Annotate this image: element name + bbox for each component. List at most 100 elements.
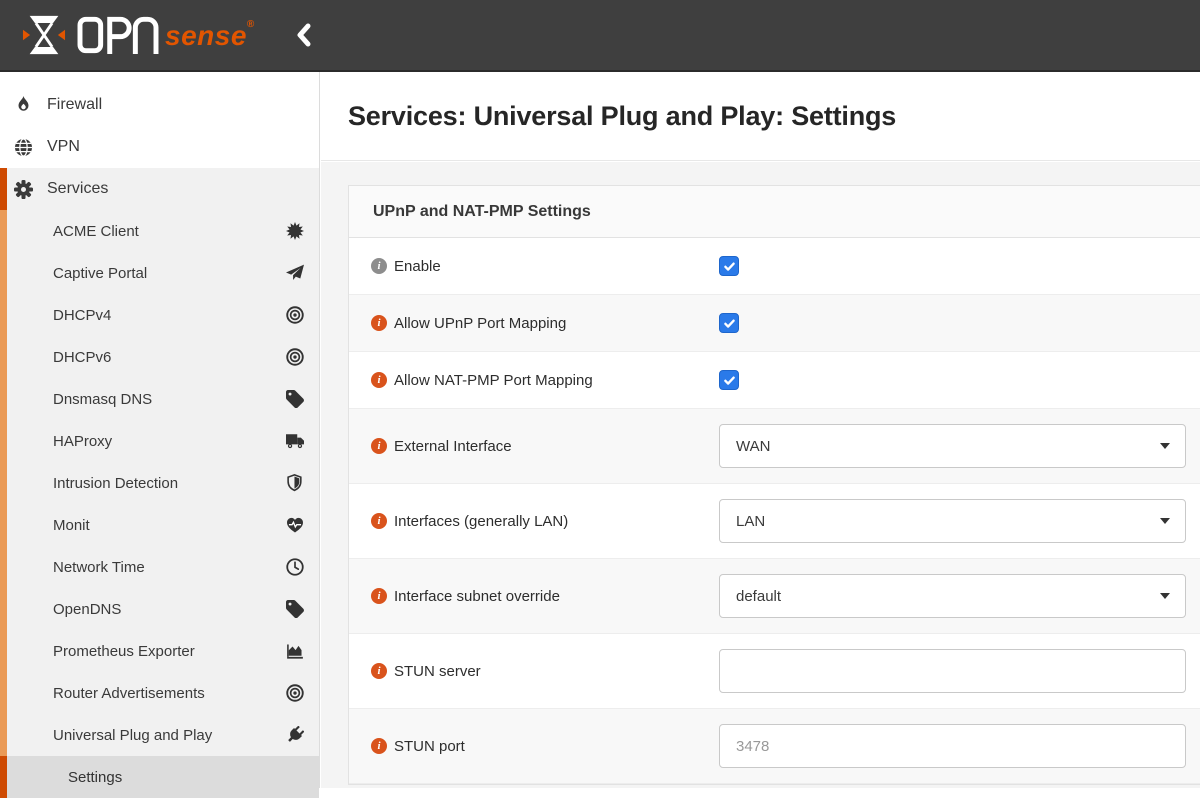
info-icon[interactable]: i (371, 258, 387, 274)
sidebar-item-label: Settings (68, 769, 122, 786)
sidebar-item-dhcpv6[interactable]: DHCPv6 (0, 336, 319, 378)
sidebar-item-haproxy[interactable]: HAProxy (0, 420, 319, 462)
brand-opn-text (72, 16, 164, 54)
sidebar-item-label: Network Time (53, 559, 145, 576)
settings-rows: iEnableiAllow UPnP Port MappingiAllow NA… (349, 238, 1200, 784)
bullseye-icon (286, 306, 304, 324)
select-value: default (736, 588, 781, 605)
sidebar-item-universal-plug-and-play[interactable]: Universal Plug and Play (0, 714, 319, 756)
sidebar-item-network-time[interactable]: Network Time (0, 546, 319, 588)
sidebar-item-dhcpv4[interactable]: DHCPv4 (0, 294, 319, 336)
field-control-enable (719, 256, 1200, 276)
sidebar-item-intrusion-detection[interactable]: Intrusion Detection (0, 462, 319, 504)
sidebar-item-label: OpenDNS (53, 601, 121, 618)
info-icon[interactable]: i (371, 588, 387, 604)
field-control-allow-upnp-port-mapping (719, 313, 1200, 333)
sidebar-item-router-advertisements[interactable]: Router Advertisements (0, 672, 319, 714)
truck-icon (286, 432, 304, 450)
heartbeat-icon (286, 516, 304, 534)
sidebar-item-label: Monit (53, 517, 90, 534)
stun-server-input[interactable] (719, 649, 1186, 693)
sidebar-item-label: Prometheus Exporter (53, 643, 195, 660)
tag-icon (286, 390, 304, 408)
field-label-external-interface: i External Interface (349, 438, 719, 455)
sidebar-item-label: HAProxy (53, 433, 112, 450)
field-control-stun-port (719, 724, 1200, 768)
certificate-icon (286, 222, 304, 240)
bullseye-icon (286, 684, 304, 702)
paper-plane-icon (286, 264, 304, 282)
sidebar-item-label: Services (47, 180, 108, 198)
sidebar-item-services[interactable]: Services (0, 168, 319, 210)
opnsense-logo[interactable]: sense® (0, 13, 255, 57)
field-label-text: Enable (394, 258, 441, 275)
info-icon[interactable]: i (371, 438, 387, 454)
info-icon[interactable]: i (371, 513, 387, 529)
sidebar-collapse-icon[interactable] (293, 22, 315, 48)
field-label-stun-server: iSTUN server (349, 663, 719, 680)
info-icon[interactable]: i (371, 315, 387, 331)
allow-nat-pmp-port-mapping-checkbox[interactable] (719, 370, 739, 390)
sidebar-item-label: Firewall (47, 96, 102, 114)
sidebar-item-captive-portal[interactable]: Captive Portal (0, 252, 319, 294)
sidebar-item-label: VPN (47, 138, 80, 156)
sidebar-item-prometheus-exporter[interactable]: Prometheus Exporter (0, 630, 319, 672)
sidebar-item-label: Intrusion Detection (53, 475, 178, 492)
page-title: Services: Universal Plug and Play: Setti… (348, 101, 896, 132)
select-value: WAN (736, 438, 770, 455)
chevron-down-icon (1160, 518, 1170, 524)
settings-row-stun-port: i STUN port (349, 709, 1200, 784)
field-label-text: Allow NAT-PMP Port Mapping (394, 372, 593, 389)
field-control-stun-server (719, 649, 1200, 693)
sidebar-item-label: DHCPv4 (53, 307, 111, 324)
allow-upnp-port-mapping-checkbox[interactable] (719, 313, 739, 333)
tag-icon (286, 600, 304, 618)
fire-icon (14, 96, 33, 115)
main-area: Services: Universal Plug and Play: Setti… (321, 72, 1200, 788)
field-label-allow-upnp-port-mapping: iAllow UPnP Port Mapping (349, 315, 719, 332)
plug-icon (286, 726, 304, 744)
sidebar-item-vpn[interactable]: VPN (0, 126, 319, 168)
chart-area-icon (286, 642, 304, 660)
gear-icon (14, 180, 33, 199)
info-icon[interactable]: i (371, 663, 387, 679)
sidebar-item-monit[interactable]: Monit (0, 504, 319, 546)
panel-header: UPnP and NAT-PMP Settings (349, 186, 1200, 238)
field-label-stun-port: i STUN port (349, 738, 719, 755)
settings-row-allow-nat-pmp-port-mapping: i Allow NAT-PMP Port Mapping (349, 352, 1200, 409)
shield-icon (286, 474, 304, 492)
enable-checkbox[interactable] (719, 256, 739, 276)
registered-mark: ® (247, 19, 255, 30)
content-area: UPnP and NAT-PMP Settings iEnableiAllow … (321, 162, 1200, 788)
chevron-down-icon (1160, 443, 1170, 449)
field-control-interfaces-generally-lan: LAN (719, 499, 1200, 543)
field-label-interfaces-generally-lan: iInterfaces (generally LAN) (349, 513, 719, 530)
field-label-text: STUN port (394, 738, 465, 755)
sidebar-item-opendns[interactable]: OpenDNS (0, 588, 319, 630)
info-icon[interactable]: i (371, 372, 387, 388)
interface-subnet-override-select[interactable]: default (719, 574, 1186, 618)
interfaces-generally-lan-select[interactable]: LAN (719, 499, 1186, 543)
sidebar-item-label: ACME Client (53, 223, 139, 240)
sidebar-item-label: DHCPv6 (53, 349, 111, 366)
sidebar-item-settings[interactable]: Settings (0, 756, 319, 798)
field-control-interface-subnet-override: default (719, 574, 1200, 618)
settings-row-stun-server: iSTUN server (349, 634, 1200, 709)
sidebar-item-label: Universal Plug and Play (53, 727, 212, 744)
clock-icon (286, 558, 304, 576)
field-control-allow-nat-pmp-port-mapping (719, 370, 1200, 390)
sidebar-item-firewall[interactable]: Firewall (0, 84, 319, 126)
sidebar-item-label: Dnsmasq DNS (53, 391, 152, 408)
info-icon[interactable]: i (371, 738, 387, 754)
field-label-text: External Interface (394, 438, 512, 455)
sidebar-item-dnsmasq-dns[interactable]: Dnsmasq DNS (0, 378, 319, 420)
sidebar-nav: Firewall VPN Services ACME Client Captive Po… (0, 72, 320, 788)
sidebar-item-acme-client[interactable]: ACME Client (0, 210, 319, 252)
stun-port-input[interactable] (719, 724, 1186, 768)
external-interface-select[interactable]: WAN (719, 424, 1186, 468)
brand-sense-text: sense® (165, 19, 255, 52)
services-group: Services ACME Client Captive Portal DHCPv4 D… (0, 168, 319, 798)
title-bar: Services: Universal Plug and Play: Setti… (321, 72, 1200, 161)
settings-panel: UPnP and NAT-PMP Settings iEnableiAllow … (348, 185, 1200, 785)
sidebar-item-label: Router Advertisements (53, 685, 205, 702)
